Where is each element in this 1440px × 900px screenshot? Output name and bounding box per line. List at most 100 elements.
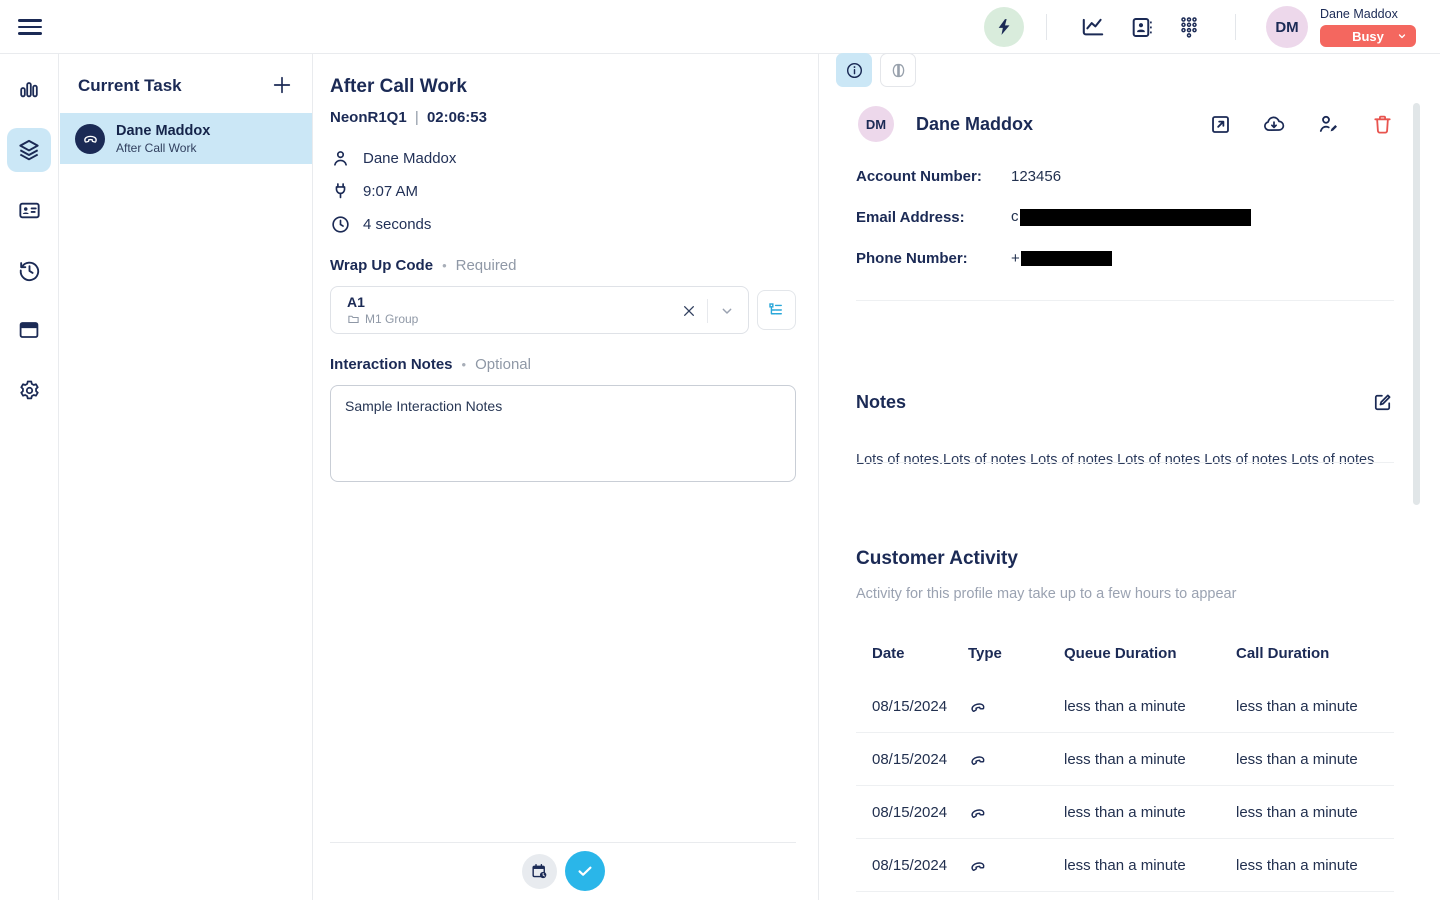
person-edit-icon <box>1316 112 1340 136</box>
browser-window-icon <box>17 318 41 342</box>
interaction-notes-label: Interaction Notes <box>330 356 453 373</box>
profile-avatar: DM <box>858 106 894 142</box>
activity-row[interactable]: 08/15/2024 less than a minute less than … <box>856 680 1394 733</box>
sidebar-item-contacts[interactable] <box>7 188 51 232</box>
task-type: After Call Work <box>116 141 210 155</box>
chevron-down-icon <box>719 303 735 319</box>
task-start-time: 9:07 AM <box>363 183 418 200</box>
phone-value-redacted: + <box>1011 250 1112 267</box>
sidebar-item-history[interactable] <box>7 248 51 292</box>
scrollbar-thumb[interactable] <box>1413 103 1420 505</box>
customer-activity-subtitle: Activity for this profile may take up to… <box>856 586 1236 602</box>
after-call-work-panel: After Call Work NeonR1Q1 | 02:06:53 Dane… <box>313 54 818 900</box>
profile-name: Dane Maddox <box>916 114 1033 135</box>
col-header-queue-duration: Queue Duration <box>1064 645 1236 662</box>
email-value-redacted: c <box>1011 208 1251 226</box>
plus-icon <box>271 74 293 96</box>
add-task-button[interactable] <box>270 73 294 97</box>
task-duration: 4 seconds <box>363 216 431 233</box>
queue-and-timer: NeonR1Q1 | 02:06:53 <box>330 109 796 126</box>
current-task-panel: Current Task Dane Maddox After Call Work <box>60 54 312 900</box>
customer-profile-panel: DM Dane Maddox <box>819 54 1440 900</box>
phone-handset-icon <box>82 130 99 147</box>
phone-call-icon <box>968 750 1064 769</box>
analytics-chart-icon[interactable] <box>1080 14 1106 40</box>
sidebar-item-dashboard[interactable] <box>7 68 51 112</box>
calendar-clock-icon <box>530 862 549 881</box>
call-avatar <box>75 124 105 154</box>
interaction-notes-input[interactable]: Sample Interaction Notes <box>330 385 796 482</box>
check-icon <box>575 861 595 881</box>
nav-rail <box>0 54 59 900</box>
edit-notes-button[interactable] <box>1370 390 1394 414</box>
wrap-up-code-label: Wrap Up Code <box>330 257 433 274</box>
col-header-call-duration: Call Duration <box>1236 645 1394 662</box>
app-window: DM Dane Maddox Busy <box>0 0 1440 900</box>
account-number-label: Account Number: <box>856 168 1011 185</box>
phone-call-icon <box>968 856 1064 875</box>
interaction-notes-optional: Optional <box>475 356 531 373</box>
open-in-new-icon <box>1209 113 1232 136</box>
quick-actions-button[interactable] <box>984 7 1024 47</box>
clear-selection-button[interactable] <box>678 300 700 322</box>
col-header-type: Type <box>968 645 1064 662</box>
gear-icon <box>17 378 42 403</box>
brain-icon <box>889 61 908 80</box>
sidebar-item-tasks[interactable] <box>7 128 51 172</box>
tree-list-icon <box>766 300 786 320</box>
trash-icon <box>1371 113 1394 136</box>
wrap-up-tree-browse-button[interactable] <box>757 290 796 330</box>
account-number-value: 123456 <box>1011 168 1061 185</box>
phone-label: Phone Number: <box>856 250 1011 267</box>
pipe-divider: | <box>415 109 419 126</box>
task-contact: Dane Maddox <box>363 150 456 167</box>
layers-icon <box>16 137 42 163</box>
wrap-up-code-select[interactable]: A1 M1 Group <box>330 286 749 334</box>
download-profile-button[interactable] <box>1262 112 1286 136</box>
divider <box>1046 14 1047 40</box>
task-list-item[interactable]: Dane Maddox After Call Work <box>60 113 312 164</box>
sidebar-item-settings[interactable] <box>7 368 51 412</box>
select-caret-button[interactable] <box>716 300 738 322</box>
activity-row[interactable]: 08/15/2024 less than a minute less than … <box>856 892 1394 900</box>
activity-row[interactable]: 08/15/2024 less than a minute less than … <box>856 786 1394 839</box>
col-header-date: Date <box>856 645 968 662</box>
bullet: • <box>442 258 447 273</box>
contacts-book-icon[interactable] <box>1128 14 1154 40</box>
open-external-button[interactable] <box>1208 112 1232 136</box>
hamburger-menu-icon[interactable] <box>18 15 42 39</box>
complete-task-button[interactable] <box>565 851 605 891</box>
panel-title: Current Task <box>78 76 294 96</box>
phone-call-icon <box>968 697 1064 716</box>
activity-row[interactable]: 08/15/2024 less than a minute less than … <box>856 733 1394 786</box>
chevron-down-icon <box>1396 30 1408 42</box>
task-contact-name: Dane Maddox <box>116 123 210 139</box>
dialpad-icon[interactable] <box>1176 14 1202 40</box>
activity-row[interactable]: 08/15/2024 less than a minute less than … <box>856 839 1394 892</box>
tab-insights[interactable] <box>880 53 916 87</box>
redaction-bar <box>1021 251 1112 266</box>
info-icon <box>845 61 864 80</box>
status-dropdown[interactable]: Busy <box>1320 25 1416 47</box>
wrap-up-required: Required <box>456 257 517 274</box>
clock-icon <box>330 214 351 235</box>
notes-text: Lots of notes.Lots of notes Lots of note… <box>856 450 1394 470</box>
schedule-callback-button[interactable] <box>522 854 557 889</box>
bar-chart-icon <box>17 78 41 102</box>
tab-profile-info[interactable] <box>836 53 872 87</box>
sidebar-item-browser[interactable] <box>7 308 51 352</box>
user-avatar[interactable]: DM <box>1266 6 1308 48</box>
contact-card-icon <box>17 198 42 223</box>
activity-table: Date Type Queue Duration Call Duration 0… <box>856 638 1394 900</box>
bullet: • <box>462 357 467 372</box>
phone-call-icon <box>968 803 1064 822</box>
edit-contact-button[interactable] <box>1316 112 1340 136</box>
divider <box>856 462 1394 463</box>
person-icon <box>330 148 351 169</box>
redaction-bar <box>1020 209 1251 226</box>
status-label: Busy <box>1352 29 1384 44</box>
wrap-up-code-value: A1 <box>347 294 662 310</box>
lightning-icon <box>994 17 1014 37</box>
delete-contact-button[interactable] <box>1370 112 1394 136</box>
divider <box>856 300 1394 301</box>
